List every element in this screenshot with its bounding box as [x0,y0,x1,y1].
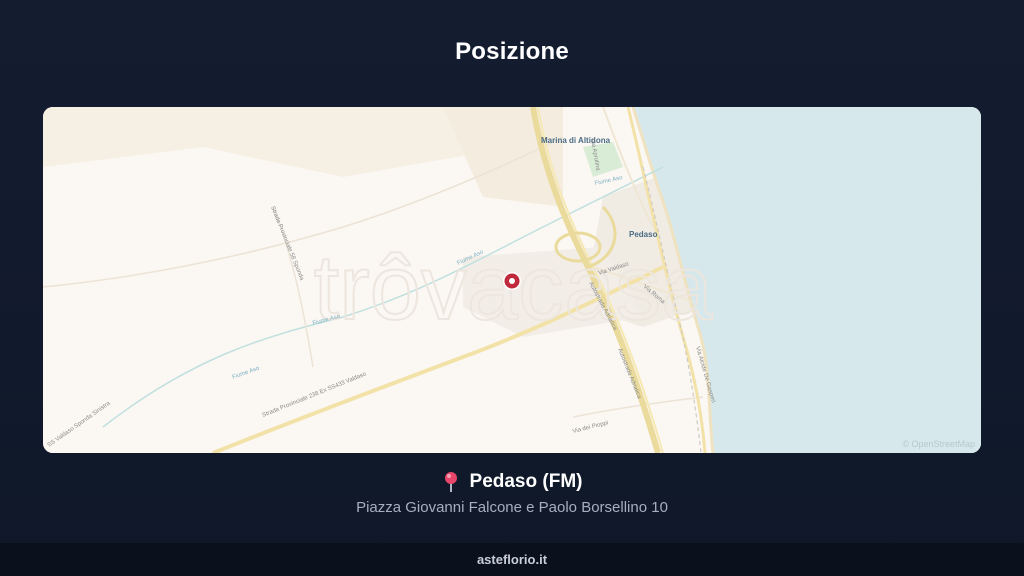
location-summary: Pedaso (FM) [0,471,1024,493]
location-name: Pedaso (FM) [469,471,583,492]
location-map[interactable]: trôvacasa Marina di Altidona Pedaso Via … [43,107,981,453]
map-canvas: trôvacasa Marina di Altidona Pedaso Via … [43,107,981,453]
map-label-pedaso: Pedaso [629,230,658,239]
marker-center [509,278,515,284]
footer-bar: asteflorio.it [0,543,1024,576]
location-address: Piazza Giovanni Falcone e Paolo Borselli… [356,499,668,516]
map-label-marina: Marina di Altidona [541,136,611,145]
map-attribution[interactable]: © OpenStreetMap [902,439,975,449]
footer-site[interactable]: asteflorio.it [477,552,547,567]
pin-icon [444,472,457,492]
page-title: Posizione [455,38,569,65]
location-marker[interactable] [503,272,521,290]
